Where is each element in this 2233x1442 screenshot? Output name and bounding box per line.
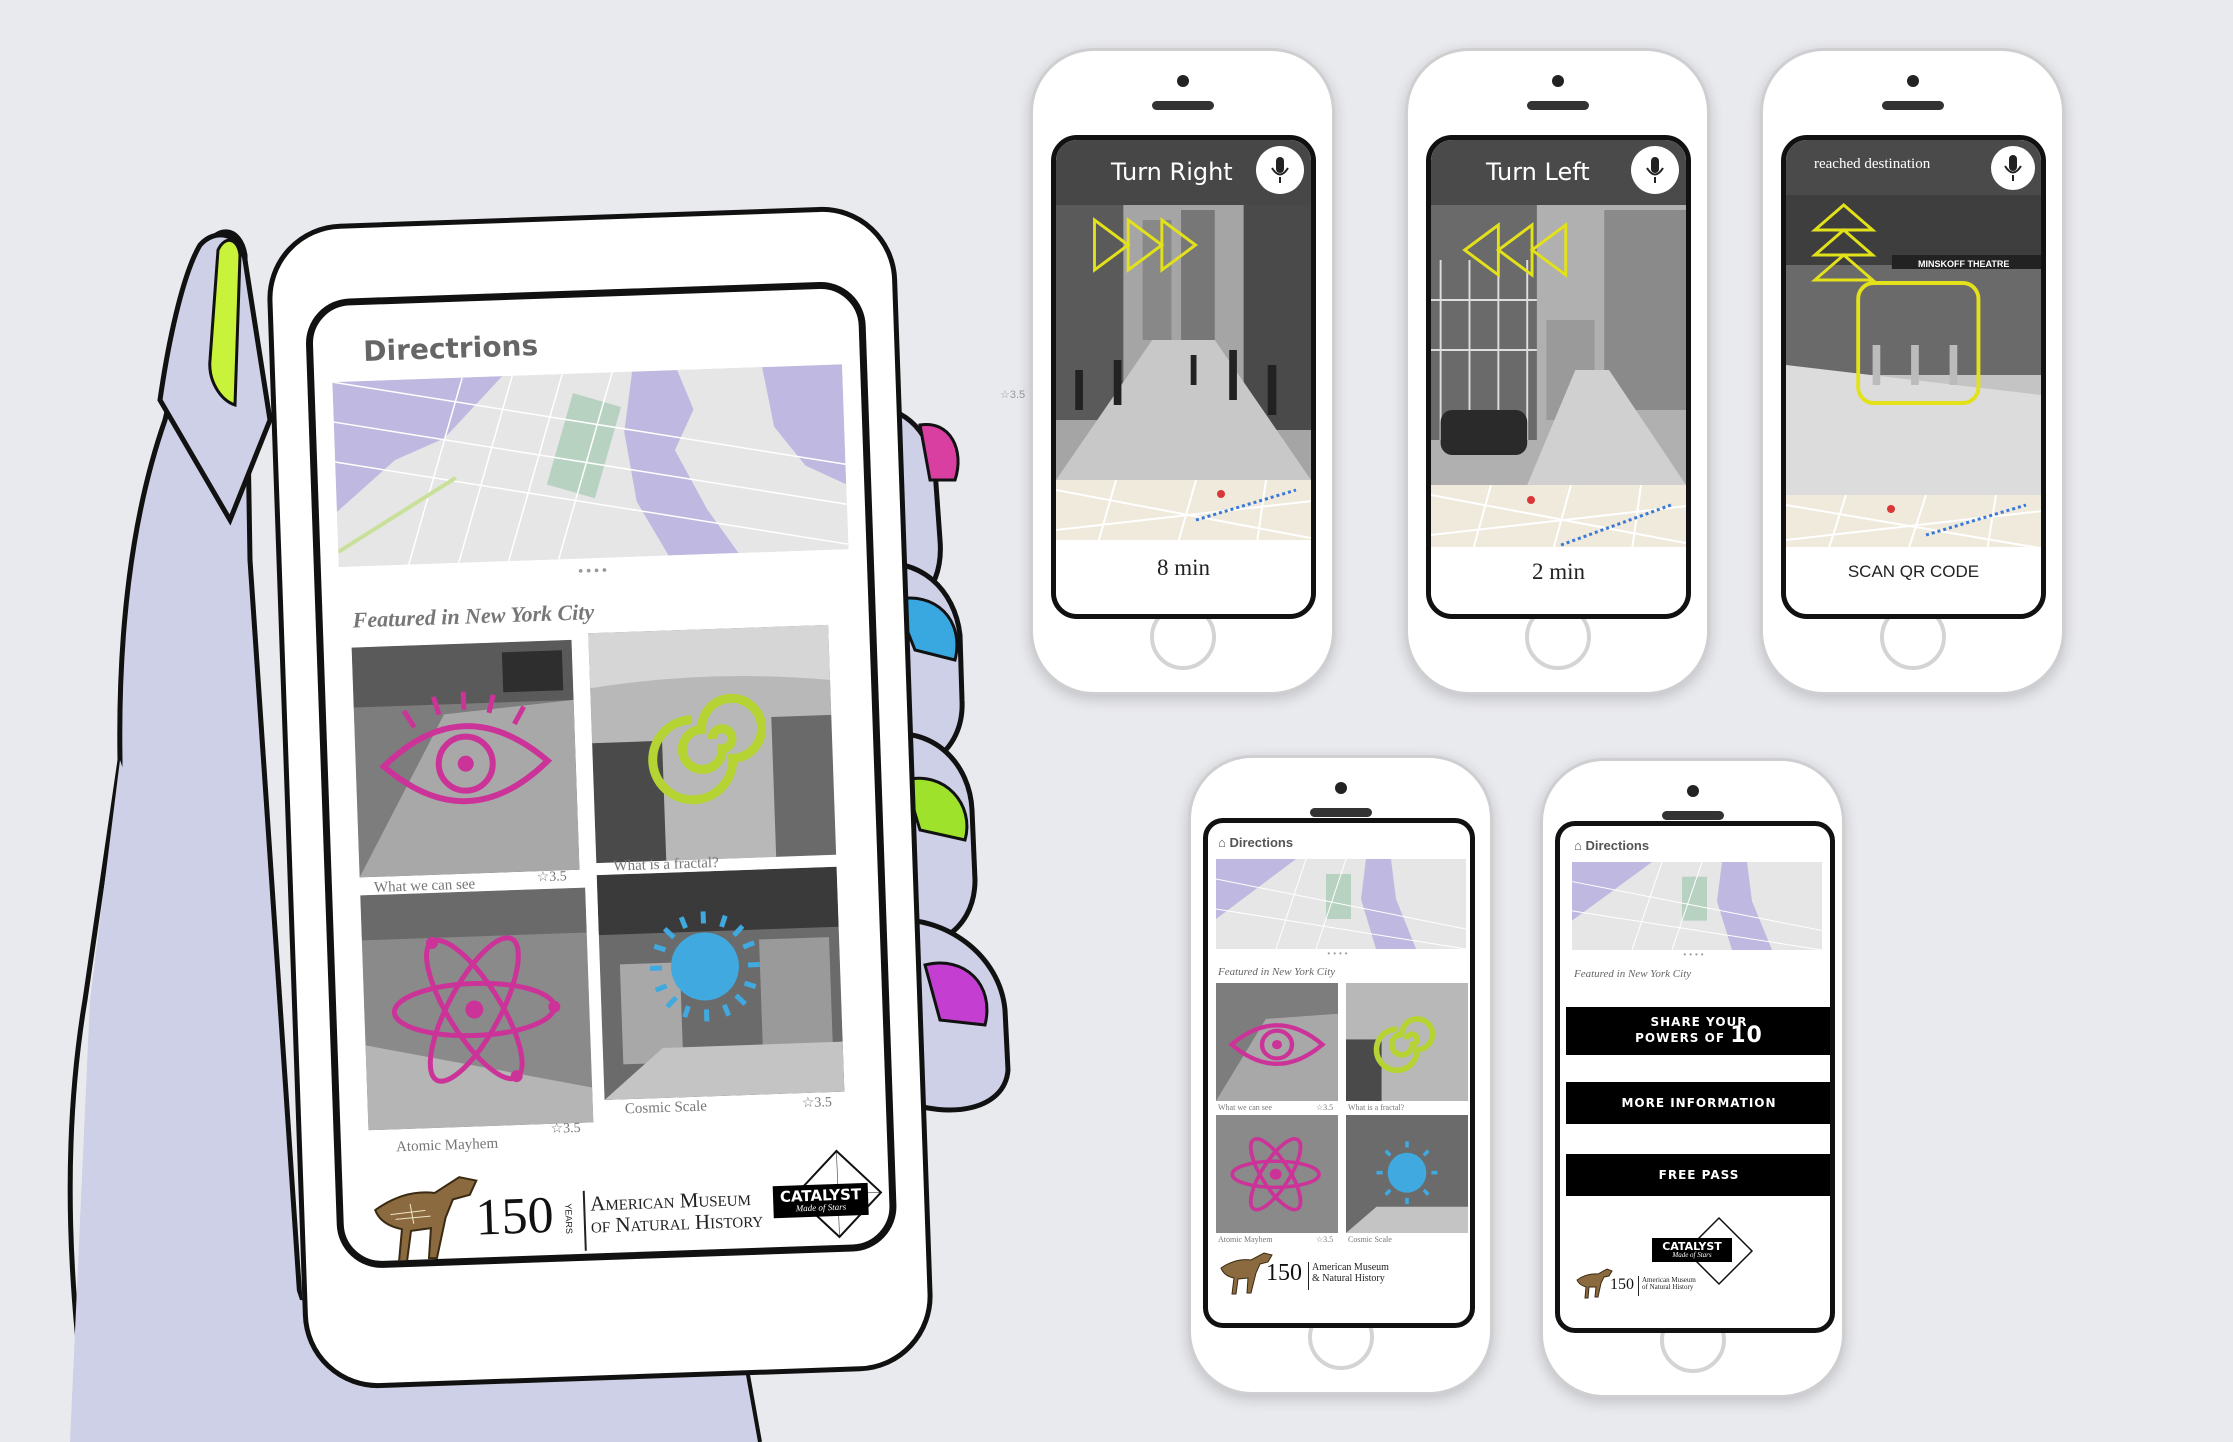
main-phone: Directrions •••• Featured in New York Ci… <box>264 204 936 1391</box>
featured-heading: Featured in New York City <box>1218 966 1336 978</box>
tile-sun[interactable] <box>1346 1115 1468 1233</box>
sun-icon <box>1346 1115 1468 1233</box>
microphone-icon <box>2004 155 2022 181</box>
tile-atom[interactable] <box>1216 1115 1338 1233</box>
museum-logo: 150 American Museum & Natural History <box>1216 1248 1466 1308</box>
nav-header: Turn Left <box>1431 140 1686 205</box>
tile-sun[interactable] <box>596 866 845 1101</box>
eye-icon <box>351 639 580 878</box>
dinosaur-icon <box>374 1176 478 1263</box>
tile-rating: ☆3.5 <box>1316 1235 1334 1244</box>
nav-phone-turn-left: Turn Left 2 min <box>1405 48 1710 695</box>
tile-atom[interactable] <box>360 887 594 1131</box>
main-phone-screen: Directrions •••• Featured in New York Ci… <box>304 280 898 1270</box>
tile-caption: What we can see <box>1218 1103 1272 1112</box>
featured-heading: Featured in New York City <box>1574 968 1692 980</box>
logo-years: YEARS <box>563 1203 575 1235</box>
home-screen: ⌂ Directions •••• Featured in New York C… <box>1203 818 1475 1328</box>
microphone-icon <box>1271 157 1289 183</box>
nav-header: Turn Right <box>1056 140 1311 205</box>
theatre-sign: MINSKOFF THEATRE <box>1918 259 2010 269</box>
tile-rating: ☆3.5 <box>801 1095 833 1112</box>
home-phone: ⌂ Directions •••• Featured in New York C… <box>1188 755 1493 1395</box>
nav-screen: MINSKOFF THEATRE reached destination SCA… <box>1781 135 2046 619</box>
atom-icon <box>1216 1115 1338 1233</box>
tile-eye[interactable] <box>351 639 580 878</box>
nav-header: reached destination <box>1786 140 2041 195</box>
map-view[interactable] <box>1216 859 1466 949</box>
spiral-icon <box>1346 983 1468 1101</box>
home-icon[interactable]: ⌂ <box>1218 835 1226 850</box>
sun-icon <box>596 866 845 1101</box>
nav-eta: 2 min <box>1431 547 1686 614</box>
menu-phone: ⌂ Directions •••• Featured in New York C… <box>1540 758 1845 1398</box>
museum-logo: 150 American Museum of Natural History <box>1574 1266 1774 1306</box>
logo-150: 150 <box>1266 1260 1302 1286</box>
map-view[interactable] <box>1572 862 1822 950</box>
tile-rating: ☆3.5 <box>1316 1103 1334 1112</box>
nav-instruction: Turn Left <box>1486 158 1590 186</box>
microphone-button[interactable] <box>1631 146 1679 194</box>
tile-eye[interactable] <box>1216 983 1338 1101</box>
nav-screen: Turn Right 8 min <box>1051 135 1316 619</box>
tile-spiral[interactable] <box>1346 983 1468 1101</box>
nav-eta: 8 min <box>1056 540 1311 614</box>
more-information-button[interactable]: MORE INFORMATION <box>1566 1082 1830 1124</box>
scan-qr-button[interactable]: SCAN QR CODE <box>1786 547 2041 614</box>
street-view: MINSKOFF THEATRE <box>1786 195 2041 495</box>
carousel-dots[interactable]: •••• <box>1208 949 1470 958</box>
eye-icon <box>1216 983 1338 1101</box>
featured-heading: Featured in New York City <box>352 599 595 633</box>
museum-logo: 150 YEARS American Museum of Natural His… <box>364 1149 887 1269</box>
street-view <box>1431 200 1686 485</box>
logo-150: 150 <box>474 1186 555 1247</box>
atom-icon <box>360 887 594 1131</box>
share-powers-button[interactable]: SHARE YOUR POWERS OF 10 <box>1566 1007 1830 1055</box>
logo-museum-name: American Museum of Natural History <box>1642 1276 1696 1292</box>
stray-rating: ☆3.5 <box>1000 389 1026 401</box>
nav-phone-destination: MINSKOFF THEATRE reached destination SCA… <box>1760 48 2065 695</box>
nav-screen: Turn Left 2 min <box>1426 135 1691 619</box>
tile-caption: What is a fractal? <box>1348 1103 1405 1112</box>
spiral-icon <box>588 624 837 864</box>
logo-museum-name: American Museum & Natural History <box>1312 1262 1389 1284</box>
map-view[interactable] <box>332 364 849 567</box>
microphone-button[interactable] <box>1991 146 2035 190</box>
tile-spiral[interactable] <box>588 624 837 864</box>
dinosaur-icon <box>1576 1268 1613 1299</box>
tile-caption: Atomic Mayhem <box>395 1135 499 1156</box>
street-view <box>1056 200 1311 480</box>
nav-instruction: Turn Right <box>1111 158 1233 186</box>
home-icon[interactable]: ⌂ <box>1574 838 1582 853</box>
carousel-dots[interactable]: •••• <box>1560 950 1830 959</box>
logo-150: 150 <box>1610 1276 1634 1293</box>
tile-caption: Cosmic Scale <box>624 1098 708 1118</box>
free-pass-button[interactable]: FREE PASS <box>1566 1154 1830 1196</box>
nav-phone-turn-right: Turn Right 8 min <box>1030 48 1335 695</box>
page-title: Directrions <box>362 328 539 368</box>
tile-rating: ☆3.5 <box>536 869 568 886</box>
tile-caption: Cosmic Scale <box>1348 1235 1392 1244</box>
page-title: ⌂ Directions <box>1218 835 1294 850</box>
microphone-icon <box>1646 157 1664 183</box>
logo-museum-name: American Museum of Natural History <box>589 1185 764 1238</box>
tile-caption: Atomic Mayhem <box>1218 1235 1273 1244</box>
page-title: ⌂ Directions <box>1574 838 1650 853</box>
tile-rating: ☆3.5 <box>550 1120 581 1137</box>
microphone-button[interactable] <box>1256 146 1304 194</box>
nav-instruction: reached destination <box>1814 156 1931 172</box>
menu-screen: ⌂ Directions •••• Featured in New York C… <box>1555 821 1835 1333</box>
